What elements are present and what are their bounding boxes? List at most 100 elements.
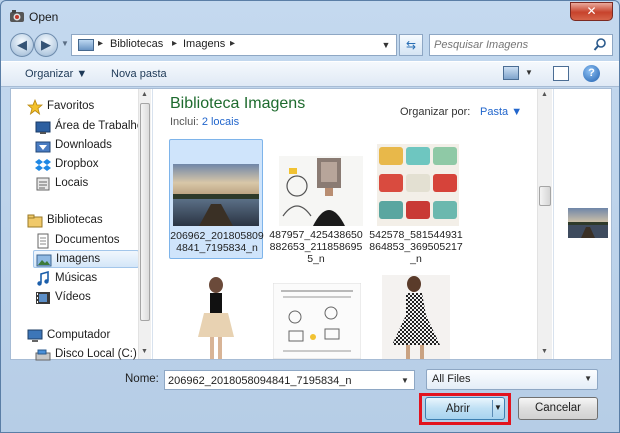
- videos-icon: [36, 292, 50, 304]
- breadcrumb-imagens[interactable]: Imagens: [183, 38, 225, 50]
- sketch-notes-thumbnail: [273, 283, 361, 359]
- back-button[interactable]: ◀: [10, 33, 34, 57]
- title-bar: Open ✕: [1, 1, 619, 31]
- address-row: ◀ ▶ ▼ ▸ Bibliotecas ▸ Imagens ▸ ▼ ⇆: [1, 31, 619, 59]
- portrait-drawing-thumbnail: [279, 156, 363, 226]
- file-name: 542578_581544931864853_369505217_n: [369, 229, 463, 265]
- address-dropdown-icon[interactable]: ▼: [378, 37, 394, 53]
- dropbox-icon: [35, 159, 51, 171]
- cancel-button[interactable]: Cancelar: [518, 397, 598, 420]
- nav-label: Downloads: [55, 139, 112, 151]
- change-view-icon[interactable]: [503, 66, 519, 80]
- organize-label: Organizar: [25, 68, 74, 80]
- scroll-down-icon[interactable]: ▼: [541, 348, 548, 355]
- library-icon: [78, 39, 94, 51]
- nav-label: Área de Trabalho: [55, 120, 144, 132]
- woman-dress-thumbnail: [182, 275, 250, 359]
- lake-photo-thumbnail: [173, 164, 259, 226]
- preview-image: [568, 208, 608, 238]
- typewriters-thumbnail: [377, 144, 459, 226]
- view-options-dropdown-icon[interactable]: ▼: [525, 68, 533, 77]
- breadcrumb-separator-icon[interactable]: ▸: [172, 38, 177, 49]
- nav-label: Vídeos: [55, 291, 91, 303]
- nav-label: Bibliotecas: [47, 214, 103, 226]
- file-item[interactable]: 487957_425438650882653_2118586955_n: [269, 139, 363, 265]
- open-button[interactable]: Abrir ▼: [425, 397, 505, 420]
- app-icon: [10, 10, 24, 22]
- includes-label: Inclui:: [170, 116, 199, 128]
- file-list-scrollbar[interactable]: ▲ ▼: [537, 89, 552, 359]
- nav-label: Músicas: [55, 272, 98, 284]
- computer-icon: [27, 329, 43, 342]
- scroll-down-icon[interactable]: ▼: [141, 348, 148, 355]
- nav-label: Locais: [55, 177, 89, 189]
- file-item[interactable]: 542578_581544931864853_369505217_n: [369, 139, 463, 265]
- includes-locations-link[interactable]: 2 locais: [202, 116, 239, 128]
- downloads-icon: [35, 141, 51, 153]
- nav-label: Disco Local (C:): [55, 348, 137, 360]
- nav-group-bibliotecas[interactable]: Bibliotecas: [27, 212, 155, 230]
- scrollbar-thumb[interactable]: [140, 103, 150, 321]
- filename-dropdown-icon[interactable]: ▼: [398, 372, 412, 389]
- arrange-by-dropdown[interactable]: Pasta ▼: [480, 106, 522, 118]
- search-box[interactable]: [429, 34, 613, 56]
- breadcrumb-separator-icon[interactable]: ▸: [230, 38, 235, 49]
- recent-places-icon: [36, 177, 50, 191]
- scroll-up-icon[interactable]: ▲: [141, 91, 148, 98]
- chevron-down-icon: ▼: [76, 68, 88, 80]
- breadcrumb-bibliotecas[interactable]: Bibliotecas: [110, 38, 163, 50]
- music-icon: [37, 271, 49, 286]
- split-separator: [492, 400, 493, 417]
- filetype-select[interactable]: All Files ▼: [426, 369, 598, 390]
- breadcrumb-separator-icon[interactable]: ▸: [98, 38, 103, 49]
- local-disk-icon: [35, 349, 51, 361]
- help-icon[interactable]: ?: [583, 65, 600, 82]
- filename-combobox[interactable]: ▼: [164, 370, 415, 390]
- nav-group-computador[interactable]: Computador: [27, 327, 155, 345]
- filetype-value: All Files: [432, 373, 471, 385]
- nav-label: Documentos: [55, 234, 120, 246]
- preview-pane-toggle-icon[interactable]: [553, 66, 569, 81]
- new-folder-button[interactable]: Nova pasta: [111, 68, 167, 80]
- navigation-scrollbar[interactable]: ▲ ▼: [138, 89, 151, 359]
- file-item[interactable]: [269, 269, 363, 359]
- window-title: Open: [29, 10, 59, 24]
- nav-label: Imagens: [56, 253, 101, 265]
- nav-group-favoritos[interactable]: Favoritos: [27, 98, 155, 116]
- filename-label: Nome:: [125, 373, 159, 385]
- close-button[interactable]: ✕: [570, 2, 613, 21]
- search-icon[interactable]: [593, 37, 607, 53]
- preview-pane: [553, 89, 611, 359]
- open-dialog: Open ✕ ◀ ▶ ▼ ▸ Bibliotecas ▸ Imagens ▸ ▼…: [0, 0, 620, 433]
- nav-label: Dropbox: [55, 158, 99, 170]
- library-pane: Biblioteca Imagens Inclui: 2 locais Orga…: [152, 89, 552, 359]
- file-item[interactable]: 206962_2018058094841_7195834_n: [169, 139, 264, 259]
- content-area: Favoritos Área de Trabalho Downloads Dro…: [10, 88, 612, 361]
- search-input[interactable]: [434, 37, 588, 53]
- file-item[interactable]: [369, 269, 463, 359]
- pictures-icon: [36, 254, 52, 267]
- file-item[interactable]: [169, 269, 263, 359]
- organize-menu[interactable]: Organizar ▼: [25, 68, 87, 80]
- library-title: Biblioteca Imagens: [170, 95, 306, 112]
- forward-button[interactable]: ▶: [34, 33, 58, 57]
- open-button-label: Abrir: [445, 403, 471, 415]
- file-name: 487957_425438650882653_2118586955_n: [269, 229, 363, 265]
- arrange-by-label: Organizar por:: [400, 106, 471, 118]
- nav-label: Favoritos: [47, 100, 95, 112]
- star-icon: [27, 99, 43, 115]
- filename-input[interactable]: [168, 373, 394, 388]
- navigation-pane: Favoritos Área de Trabalho Downloads Dro…: [11, 89, 151, 361]
- chevron-down-icon: ▼: [511, 106, 523, 118]
- command-toolbar: Organizar ▼ Nova pasta ▼ ?: [1, 61, 619, 87]
- scrollbar-thumb[interactable]: [539, 186, 551, 206]
- nav-label: Computador: [47, 329, 111, 341]
- file-name: 206962_2018058094841_7195834_n: [170, 230, 264, 254]
- recent-locations-dropdown-icon[interactable]: ▼: [61, 39, 69, 48]
- address-bar[interactable]: ▸ Bibliotecas ▸ Imagens ▸ ▼: [71, 34, 397, 56]
- scroll-up-icon[interactable]: ▲: [541, 91, 548, 98]
- sidebar-item-imagens[interactable]: Imagens: [33, 250, 139, 268]
- open-options-dropdown-icon[interactable]: ▼: [494, 403, 502, 412]
- arrange-value: Pasta: [480, 106, 509, 118]
- refresh-button[interactable]: ⇆: [399, 34, 423, 56]
